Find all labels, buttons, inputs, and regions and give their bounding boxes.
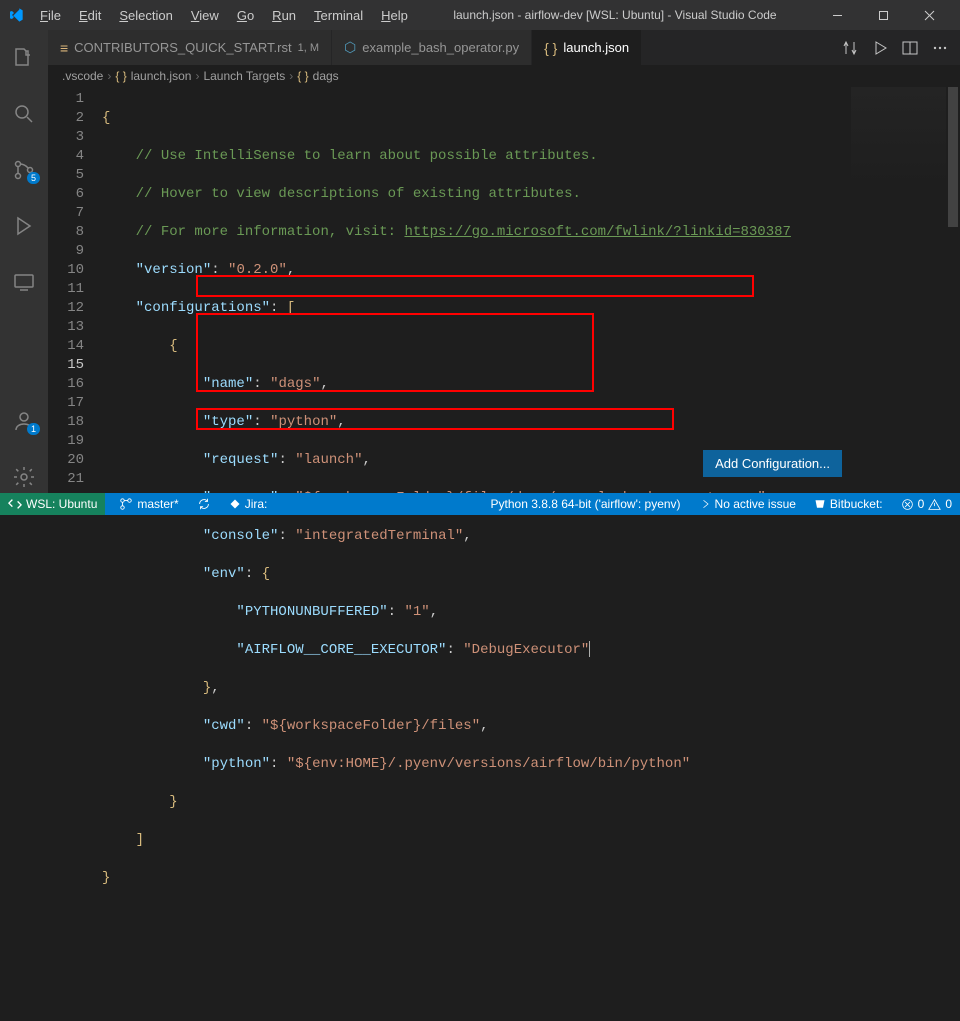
tab-contributors-rst[interactable]: ≡ CONTRIBUTORS_QUICK_START.rst 1, M [48,30,332,65]
chevron-right-icon: › [289,69,293,83]
vscode-logo-icon [8,7,24,23]
source-control-icon[interactable]: 5 [0,150,48,190]
editor-actions [830,30,960,65]
breadcrumb[interactable]: .vscode › { } launch.json › Launch Targe… [0,65,960,87]
tab-label: CONTRIBUTORS_QUICK_START.rst [74,40,291,55]
problems-indicator[interactable]: 0 0 [897,497,956,511]
menu-run[interactable]: Run [264,4,304,27]
window-title: launch.json - airflow-dev [WSL: Ubuntu] … [416,8,814,22]
breadcrumb-item[interactable]: launch.json [131,69,192,83]
sync-icon[interactable] [193,497,215,511]
menu-edit[interactable]: Edit [71,4,109,27]
maximize-button[interactable] [860,0,906,30]
menu-view[interactable]: View [183,4,227,27]
scrollbar-thumb[interactable] [948,87,958,227]
minimize-button[interactable] [814,0,860,30]
title-bar: File Edit Selection View Go Run Terminal… [0,0,960,30]
breadcrumb-item[interactable]: dags [313,69,339,83]
menu-help[interactable]: Help [373,4,416,27]
chevron-right-icon: › [195,69,199,83]
scm-badge: 5 [27,172,40,184]
more-actions-icon[interactable] [932,40,948,56]
menu-go[interactable]: Go [229,4,262,27]
menu-bar: File Edit Selection View Go Run Terminal… [32,4,416,27]
tab-label: example_bash_operator.py [362,40,519,55]
bitbucket-status[interactable]: Bitbucket: [810,497,887,511]
explorer-icon[interactable] [0,38,48,78]
git-branch[interactable]: master* [115,497,182,511]
line-numbers: 1234567 891011121314 15161718192021 [48,87,102,497]
file-icon: ≡ [60,40,68,56]
tab-bar: ≡ CONTRIBUTORS_QUICK_START.rst 1, M ⬡ ex… [0,30,960,65]
remote-indicator[interactable]: WSL: Ubuntu [0,493,105,515]
split-editor-icon[interactable] [902,40,918,56]
python-interpreter[interactable]: Python 3.8.8 64-bit ('airflow': pyenv) [487,497,685,511]
tab-example-py[interactable]: ⬡ example_bash_operator.py [332,30,532,65]
json-icon: { } [297,69,308,83]
breadcrumb-item[interactable]: Launch Targets [203,69,285,83]
remote-explorer-icon[interactable] [0,262,48,302]
menu-terminal[interactable]: Terminal [306,4,371,27]
settings-gear-icon[interactable] [0,457,48,497]
breadcrumb-item[interactable]: .vscode [62,69,103,83]
chevron-right-icon: › [107,69,111,83]
menu-file[interactable]: File [32,4,69,27]
run-file-icon[interactable] [872,40,888,56]
menu-selection[interactable]: Selection [111,4,180,27]
no-active-issue[interactable]: No active issue [695,497,800,511]
tab-launch-json[interactable]: { } launch.json [532,30,642,65]
run-debug-icon[interactable] [0,206,48,246]
jira-status[interactable]: Jira: [225,497,272,511]
add-configuration-button[interactable]: Add Configuration... [703,450,842,477]
accounts-icon[interactable]: 1 [0,401,48,441]
activity-bar: 5 1 [0,30,48,497]
tab-modified-indicator: 1, M [298,42,319,54]
tab-label: launch.json [563,40,629,55]
json-icon: { } [544,40,557,56]
code-content[interactable]: { // Use IntelliSense to learn about pos… [102,87,960,497]
editor-area[interactable]: 1234567 891011121314 15161718192021 { //… [48,87,960,497]
status-bar: WSL: Ubuntu master* Jira: Python 3.8.8 6… [0,493,960,515]
window-controls [814,0,952,30]
accounts-badge: 1 [27,423,40,435]
vertical-scrollbar[interactable] [946,87,960,497]
open-changes-icon[interactable] [842,40,858,56]
search-icon[interactable] [0,94,48,134]
minimap[interactable] [851,87,946,187]
json-icon: { } [115,69,126,83]
close-button[interactable] [906,0,952,30]
python-icon: ⬡ [344,39,356,56]
